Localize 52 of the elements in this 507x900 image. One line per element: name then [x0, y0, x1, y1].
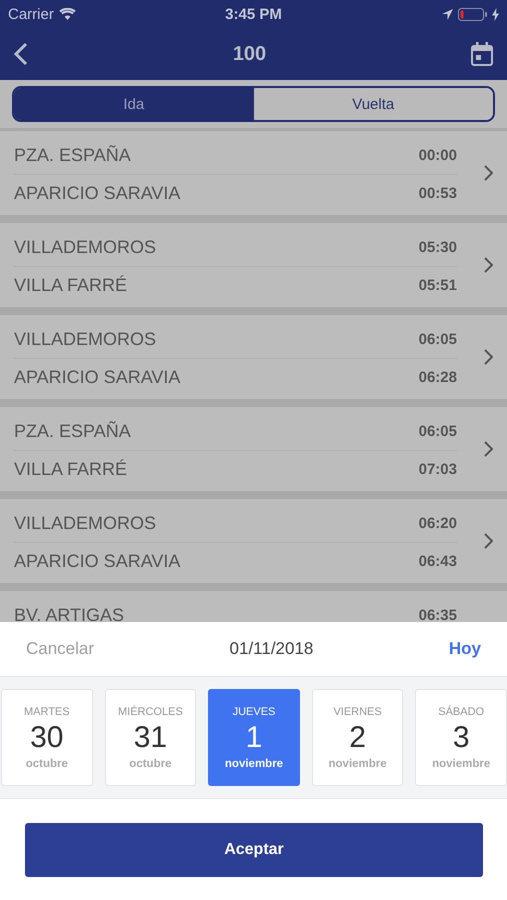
calendar-icon[interactable] [471, 42, 493, 66]
stop-name: APARICIO SARAVIA [14, 367, 180, 388]
stop-time: 00:53 [418, 185, 457, 202]
wifi-icon [58, 8, 76, 20]
stop-time: 00:00 [418, 147, 457, 164]
stop-name: VILLA FARRÉ [14, 275, 128, 296]
stop-name: VILLA FARRÉ [14, 459, 128, 480]
stop-time: 05:51 [418, 277, 457, 294]
day-card[interactable]: JUEVES 1 noviembre [208, 689, 300, 786]
carrier-label: Carrier [8, 6, 54, 22]
day-card[interactable]: VIERNES 2 noviembre [312, 689, 404, 786]
trip-card[interactable]: PZA. ESPAÑA 06:05 VILLA FARRÉ 07:03 [0, 407, 507, 491]
chevron-right-icon [484, 165, 493, 181]
clock-time: 3:45 PM [225, 6, 282, 22]
selected-date: 01/11/2018 [230, 639, 314, 659]
location-arrow-icon [442, 8, 454, 20]
trip-card[interactable]: VILLADEMOROS 06:20 APARICIO SARAVIA 06:43 [0, 499, 507, 583]
stop-name: APARICIO SARAVIA [14, 183, 180, 204]
day-card[interactable]: MIÉRCOLES 31 octubre [104, 689, 196, 786]
day-card[interactable]: SÁBADO 3 noviembre [415, 689, 507, 786]
back-icon[interactable] [14, 42, 28, 66]
chevron-right-icon [484, 441, 493, 457]
today-button[interactable]: Hoy [448, 639, 481, 659]
stop-name: APARICIO SARAVIA [14, 551, 180, 572]
stop-time: 06:43 [418, 553, 457, 570]
trip-card[interactable]: VILLADEMOROS 05:30 VILLA FARRÉ 05:51 [0, 223, 507, 307]
stop-name: VILLADEMOROS [14, 237, 156, 258]
stop-name: BV. ARTIGAS [14, 605, 124, 622]
stop-name: PZA. ESPAÑA [14, 421, 131, 442]
trip-card[interactable]: BV. ARTIGAS 06:35 [0, 591, 507, 622]
accept-button[interactable]: Aceptar [25, 822, 483, 876]
stop-name: VILLADEMOROS [14, 513, 156, 534]
day-card[interactable]: MARTES 30 octubre [1, 689, 93, 786]
battery-icon [458, 8, 488, 20]
stop-time: 06:05 [418, 423, 457, 440]
stop-name: PZA. ESPAÑA [14, 145, 131, 166]
direction-tab[interactable]: Ida [14, 88, 254, 120]
route-title: 100 [232, 42, 266, 66]
stop-name: VILLADEMOROS [14, 329, 156, 350]
stop-time: 06:20 [418, 515, 457, 532]
stop-time: 06:35 [418, 607, 457, 622]
trip-card[interactable]: VILLADEMOROS 06:05 APARICIO SARAVIA 06:28 [0, 315, 507, 399]
trip-card[interactable]: PZA. ESPAÑA 00:00 APARICIO SARAVIA 00:53 [0, 131, 507, 215]
stop-time: 05:30 [418, 239, 457, 256]
chevron-right-icon [484, 533, 493, 549]
chevron-right-icon [484, 349, 493, 365]
cancel-button[interactable]: Cancelar [26, 639, 94, 659]
stop-time: 06:05 [418, 331, 457, 348]
stop-time: 06:28 [418, 369, 457, 386]
stop-time: 07:03 [418, 461, 457, 478]
chevron-right-icon [484, 257, 493, 273]
charging-bolt-icon [492, 8, 500, 20]
